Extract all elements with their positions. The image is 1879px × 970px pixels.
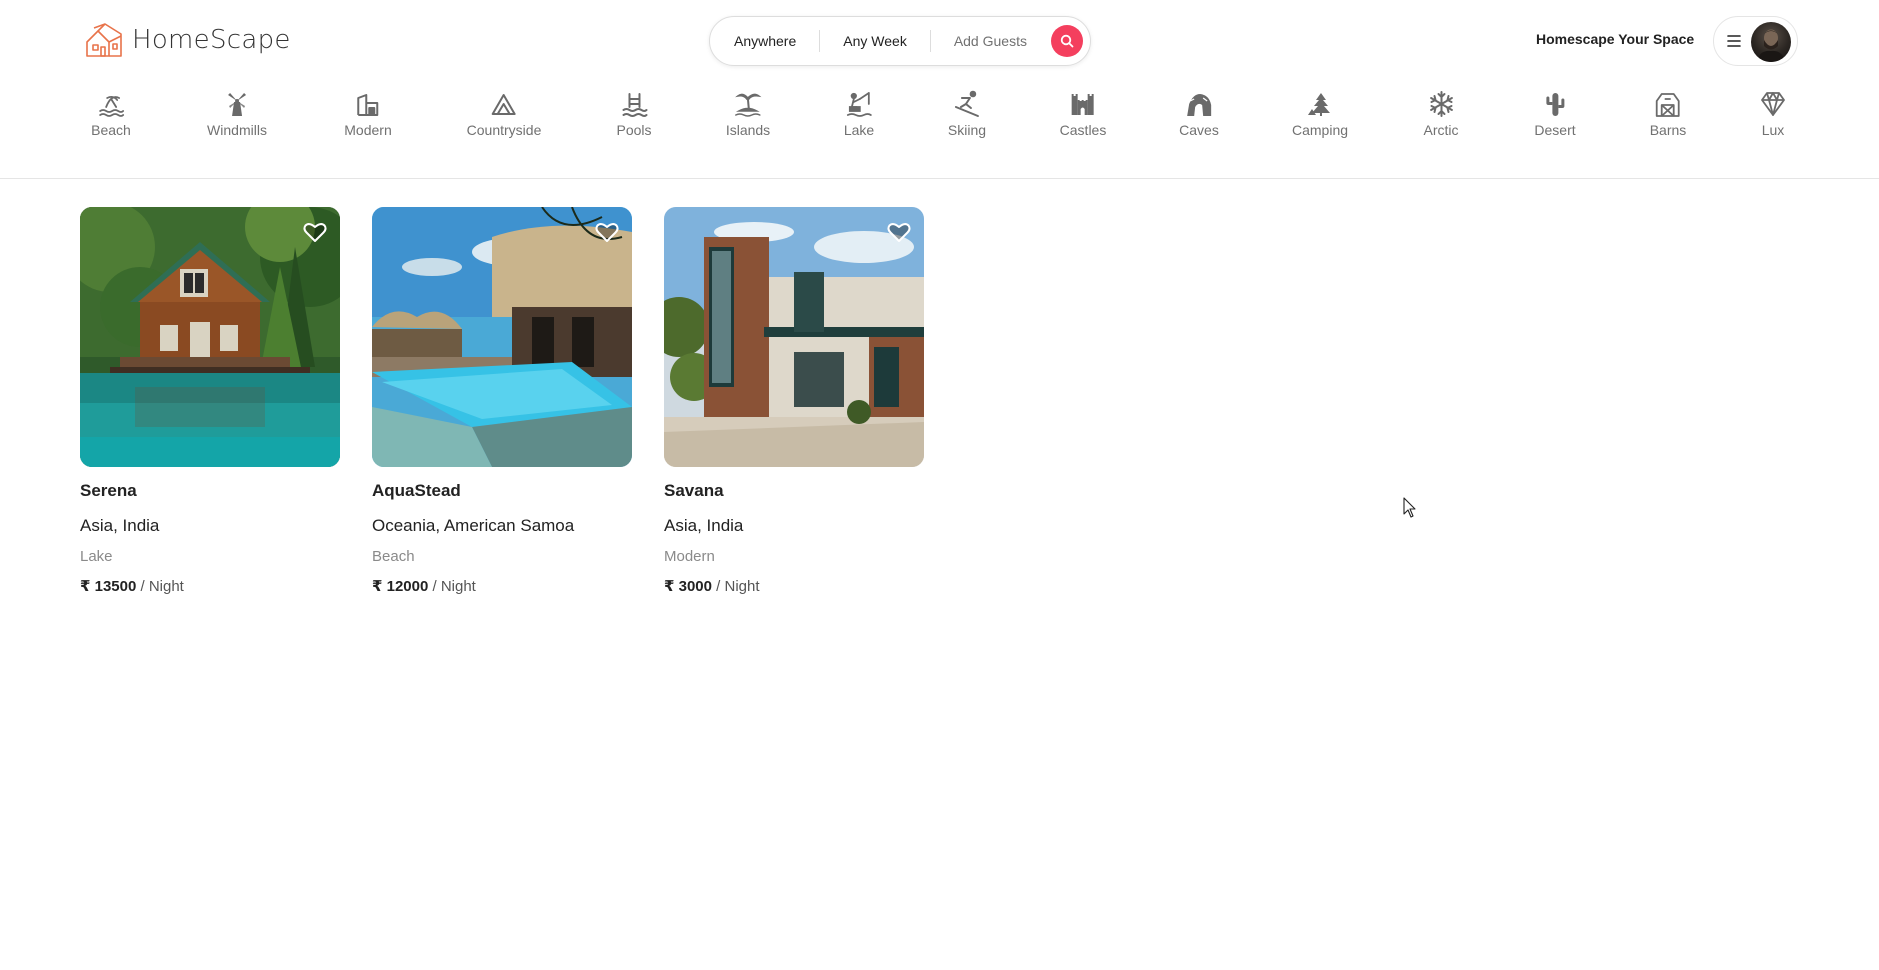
house-logo-icon xyxy=(86,23,122,57)
category-beach[interactable]: Beach xyxy=(91,90,131,138)
search-who[interactable]: Add Guests xyxy=(954,33,1027,49)
search-divider xyxy=(929,30,931,52)
snowflake-icon xyxy=(1429,91,1453,117)
category-pools[interactable]: Pools xyxy=(616,90,652,138)
listing-image[interactable] xyxy=(372,207,632,467)
header-divider xyxy=(0,178,1879,179)
category-lake[interactable]: Lake xyxy=(844,90,874,138)
cactus-icon xyxy=(1545,93,1564,116)
category-label: Countryside xyxy=(466,122,542,138)
price-amount: ₹ 12000 xyxy=(372,578,429,595)
listing-photo-beach-pool xyxy=(372,207,632,467)
search-when[interactable]: Any Week xyxy=(843,33,907,49)
heart-icon[interactable] xyxy=(302,219,328,245)
pool-icon xyxy=(622,93,647,117)
listing-card[interactable]: AquaStead Oceania, American Samoa Beach … xyxy=(372,207,632,595)
category-desert[interactable]: Desert xyxy=(1534,90,1576,138)
category-label: Castles xyxy=(1059,122,1107,138)
category-countryside[interactable]: Countryside xyxy=(466,90,542,138)
search-icon xyxy=(1060,34,1074,48)
heart-icon[interactable] xyxy=(594,219,620,245)
listing-location: Asia, India xyxy=(664,516,744,535)
category-islands[interactable]: Islands xyxy=(726,90,770,138)
search-divider xyxy=(819,30,821,52)
host-link[interactable]: Homescape Your Space xyxy=(1536,31,1694,47)
category-lux[interactable]: Lux xyxy=(1759,90,1787,138)
category-skiing[interactable]: Skiing xyxy=(948,90,986,138)
price-unit: / Night xyxy=(140,578,184,595)
castle-icon xyxy=(1072,94,1094,115)
listing-photo-modern-house xyxy=(664,207,924,467)
listing-photo-lake-cabin xyxy=(80,207,340,467)
listing-title: Savana xyxy=(664,481,724,500)
camping-icon xyxy=(1308,93,1330,116)
category-label: Modern xyxy=(344,122,392,138)
listing-price: ₹ 3000 / Night xyxy=(664,577,924,595)
category-label: Barns xyxy=(1649,122,1687,138)
listing-card[interactable]: Serena Asia, India Lake ₹ 13500 / Night xyxy=(80,207,340,595)
category-label: Caves xyxy=(1179,122,1219,138)
category-label: Lake xyxy=(843,122,875,138)
price-amount: ₹ 3000 xyxy=(664,578,712,595)
category-windmills[interactable]: Windmills xyxy=(207,90,267,138)
diamond-icon xyxy=(1761,92,1785,116)
cave-icon xyxy=(1187,94,1211,116)
modern-icon xyxy=(357,94,378,116)
listing-price: ₹ 12000 / Night xyxy=(372,577,632,595)
listing-card[interactable]: Savana Asia, India Modern ₹ 3000 / Night xyxy=(664,207,924,595)
category-barns[interactable]: Barns xyxy=(1649,90,1687,138)
listing-image[interactable] xyxy=(664,207,924,467)
windmill-icon xyxy=(227,93,246,116)
category-label: Camping xyxy=(1291,122,1349,138)
avatar-image xyxy=(1757,29,1785,62)
listing-title: AquaStead xyxy=(372,481,461,500)
logo[interactable]: HomeScape xyxy=(84,22,291,58)
category-caves[interactable]: Caves xyxy=(1179,90,1219,138)
listing-category: Beach xyxy=(372,548,415,565)
user-menu-button[interactable] xyxy=(1713,16,1798,66)
island-icon xyxy=(735,93,762,117)
mountain-icon xyxy=(491,94,516,115)
brand-name: HomeScape xyxy=(132,25,291,55)
skiing-icon xyxy=(954,90,979,117)
mouse-cursor-icon xyxy=(1403,497,1416,518)
category-label: Arctic xyxy=(1423,122,1459,138)
search-bar[interactable]: Anywhere Any Week Add Guests xyxy=(709,16,1091,66)
category-modern[interactable]: Modern xyxy=(344,90,392,138)
category-castles[interactable]: Castles xyxy=(1059,90,1107,138)
listing-image[interactable] xyxy=(80,207,340,467)
category-label: Islands xyxy=(725,122,771,138)
category-label: Windmills xyxy=(207,122,267,138)
category-label: Beach xyxy=(91,122,131,138)
navbar: HomeScape Anywhere Any Week Add Guests H… xyxy=(0,0,1879,80)
listing-price: ₹ 13500 / Night xyxy=(80,577,340,595)
beach-icon xyxy=(99,95,124,117)
category-label: Lux xyxy=(1761,122,1785,138)
price-amount: ₹ 13500 xyxy=(80,578,137,595)
listing-title: Serena xyxy=(80,481,137,500)
hamburger-icon xyxy=(1727,35,1741,47)
listing-category: Lake xyxy=(80,548,113,565)
listing-location: Oceania, American Samoa xyxy=(372,516,575,535)
listing-category: Modern xyxy=(664,548,715,565)
category-bar: Beach Windmills Modern Countryside Pools xyxy=(0,90,1879,150)
search-where[interactable]: Anywhere xyxy=(734,33,796,49)
category-label: Skiing xyxy=(947,122,987,138)
category-label: Pools xyxy=(616,122,652,138)
category-arctic[interactable]: Arctic xyxy=(1424,90,1459,138)
barn-icon xyxy=(1656,93,1680,117)
lake-icon xyxy=(847,92,872,117)
category-camping[interactable]: Camping xyxy=(1292,90,1348,138)
price-unit: / Night xyxy=(716,578,760,595)
avatar[interactable] xyxy=(1751,22,1791,62)
price-unit: / Night xyxy=(432,578,476,595)
listing-location: Asia, India xyxy=(80,516,160,535)
search-button[interactable] xyxy=(1051,25,1083,57)
heart-icon[interactable] xyxy=(886,219,912,245)
category-label: Desert xyxy=(1534,122,1576,138)
